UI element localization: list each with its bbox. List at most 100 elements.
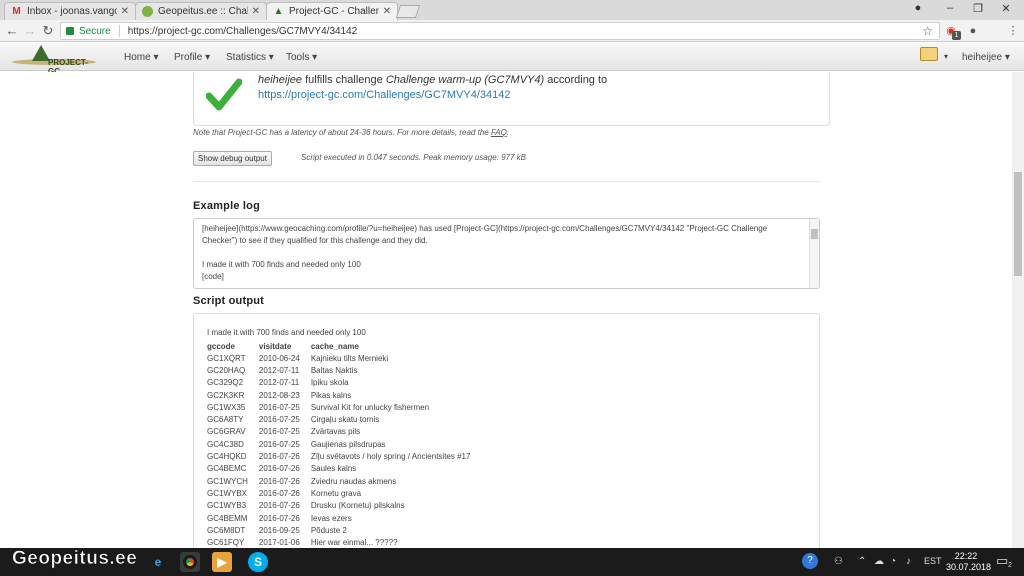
table-cell: GC4BEMC (207, 464, 247, 474)
system-clock[interactable]: 22:22 30.07.2018 (946, 551, 991, 573)
chrome-icon[interactable] (180, 552, 200, 572)
tab-project-gc[interactable]: ▲ Project-GC - Challenge ch ✕ (266, 2, 398, 20)
result-text-end: according to (544, 74, 608, 86)
lock-icon (66, 27, 74, 35)
table-row: GC4BEMC 2016-07-26 Saules kalns (206, 463, 480, 475)
table-row: GC61FQY 2017-01-06 Hier war einmal... ????… (206, 536, 480, 548)
table-cell: Gaujienas pilsdrupas (310, 439, 386, 449)
page-content: heiheijee fulfills challenge Challenge w… (0, 72, 1012, 548)
menu-profile[interactable]: Profile ▾ (174, 52, 210, 63)
people-icon[interactable]: ⚇ (834, 556, 843, 567)
edge-icon[interactable]: e (148, 552, 168, 572)
secure-label: Secure (79, 25, 111, 37)
volume-icon[interactable]: ♪ (906, 556, 911, 567)
menu-tools[interactable]: Tools ▾ (286, 52, 317, 63)
divider (193, 181, 820, 182)
table-cell: Baltas Naktis (310, 365, 358, 375)
tab-geopeitus[interactable]: Geopeitus.ee :: Challenge ✕ (135, 2, 267, 20)
address-bar[interactable]: Secure https://project-gc.com/Challenges… (60, 22, 940, 40)
table-cell: GC6GRAV (207, 427, 246, 437)
output-summary: I made it with 700 finds and needed only… (207, 328, 366, 337)
minimize-icon[interactable]: – (940, 2, 960, 14)
challenge-link[interactable]: https://project-gc.com/Challenges/GC7MVY… (258, 89, 511, 101)
table-cell: Zvārtavas pils (310, 427, 361, 437)
bookmark-star-icon[interactable]: ☆ (922, 24, 933, 38)
result-user: heiheijee (258, 74, 303, 86)
restore-icon[interactable]: ❐ (968, 2, 988, 15)
gmail-icon: M (12, 6, 21, 17)
cloud-icon[interactable]: ☁ (874, 556, 884, 567)
taskbar: Geopeitus.ee e ▶ S ? ⚇ ⌃ ☁ ◔ ♪ EST 22:22… (0, 548, 1024, 576)
help-icon[interactable]: ? (802, 553, 818, 569)
table-cell: 2012-07-11 (258, 365, 300, 375)
table-cell: Zviedru naudas akmens (310, 476, 397, 486)
close-icon[interactable]: ✕ (121, 6, 129, 17)
site-header: PROJECT-GC Home ▾ Profile ▾ Statistics ▾… (0, 43, 1024, 76)
tab-label: Geopeitus.ee :: Challenge (158, 6, 248, 17)
table-cell: 2012-08-23 (258, 390, 300, 400)
table-cell: 2012-07-11 (258, 378, 300, 388)
mail-icon[interactable] (920, 47, 938, 61)
table-cell: GC61FQY (207, 538, 245, 548)
menu-home[interactable]: Home ▾ (124, 52, 159, 63)
page-scroll-thumb[interactable] (1014, 172, 1022, 276)
tab-inbox[interactable]: M Inbox - joonas.vangonen ✕ (4, 2, 136, 20)
media-player-icon[interactable]: ▶ (212, 552, 232, 572)
window-close-icon[interactable]: ✕ (996, 2, 1016, 15)
example-log-textarea[interactable]: [heiheijee](https://www.geocaching.com/p… (193, 218, 820, 289)
page-scrollbar[interactable] (1012, 72, 1024, 548)
table-row: GC6M8DT 2016-09-25 Põduste 2 (206, 524, 480, 536)
wifi-icon[interactable]: ◔ (890, 556, 896, 567)
table-row: GC4HQKD 2016-07-26 Zīļu svētavots / holy s… (206, 450, 480, 462)
table-cell: GC2K3KR (207, 390, 245, 400)
reload-icon[interactable]: ↻ (40, 23, 56, 39)
show-debug-button[interactable]: Show debug output (193, 151, 272, 166)
divider (118, 25, 120, 37)
textarea-scrollbar[interactable] (809, 219, 819, 288)
geopeitus-icon (142, 6, 153, 17)
table-cell: GC4HQKD (207, 452, 247, 462)
skype-icon[interactable]: S (248, 552, 268, 572)
account-icon[interactable]: ● (966, 24, 980, 38)
table-row: GC4C38D 2016-07-25 Gaujienas pilsdrupas (206, 438, 480, 450)
result-challenge: Challenge warm-up (GC7MVY4) (385, 74, 545, 86)
chevron-up-icon[interactable]: ⌃ (858, 556, 866, 567)
menu-statistics[interactable]: Statistics ▾ (226, 52, 274, 63)
user-menu[interactable]: heiheijee ▾ (962, 52, 1010, 63)
table-cell: GC1XQRT (207, 353, 246, 363)
new-tab-button[interactable] (395, 5, 421, 18)
table-cell: GC6M8DT (207, 525, 246, 535)
table-cell: 2016-07-26 (258, 501, 300, 511)
table-cell: GC6A8TY (207, 415, 244, 425)
tab-label: Project-GC - Challenge ch (289, 6, 379, 17)
back-icon[interactable]: ← (4, 23, 20, 39)
table-row: GC6A8TY 2016-07-25 Cirgaļu skatu tornis (206, 413, 480, 425)
table-row: GC6GRAV 2016-07-25 Zvārtavas pils (206, 426, 480, 438)
close-icon[interactable]: ✕ (383, 6, 391, 17)
mail-dropdown-icon[interactable]: ▾ (944, 52, 948, 61)
table-cell: 2016-07-26 (258, 513, 300, 523)
forward-icon[interactable]: → (22, 23, 38, 39)
column-header: gccode (207, 341, 236, 351)
menu-statistics-label: Statistics (226, 52, 267, 63)
table-cell: 2016-07-26 (258, 464, 300, 474)
table-header-row: gccode visitdate cache_name (206, 340, 480, 352)
close-icon[interactable]: ✕ (252, 6, 260, 17)
faq-link[interactable]: FAQ (491, 128, 507, 137)
column-header: cache_name (310, 341, 359, 351)
textarea-scroll-thumb[interactable] (811, 229, 818, 239)
table-cell: Zīļu svētavots / holy spring / Ancientsi… (310, 452, 471, 462)
menu-dots-icon[interactable]: ⋮ (1006, 24, 1020, 38)
table-cell: Põduste 2 (310, 525, 347, 535)
table-cell: Kajnieku tilts Mernieki (310, 353, 389, 363)
language-indicator[interactable]: EST (924, 556, 942, 566)
profile-icon[interactable]: ● (908, 2, 928, 14)
table-cell: Ipiku skola (310, 378, 349, 388)
address-toolbar: ← → ↻ Secure https://project-gc.com/Chal… (0, 20, 1024, 42)
project-gc-logo[interactable]: PROJECT-GC (10, 45, 98, 76)
table-cell: 2016-07-25 (258, 439, 300, 449)
table-cell: GC1WYBX (207, 488, 248, 498)
table-row: GC20HAQ 2012-07-11 Baltas Naktis (206, 364, 480, 376)
extension-badge: 1 (952, 31, 961, 40)
notification-icon[interactable]: ▭ (996, 553, 1008, 569)
